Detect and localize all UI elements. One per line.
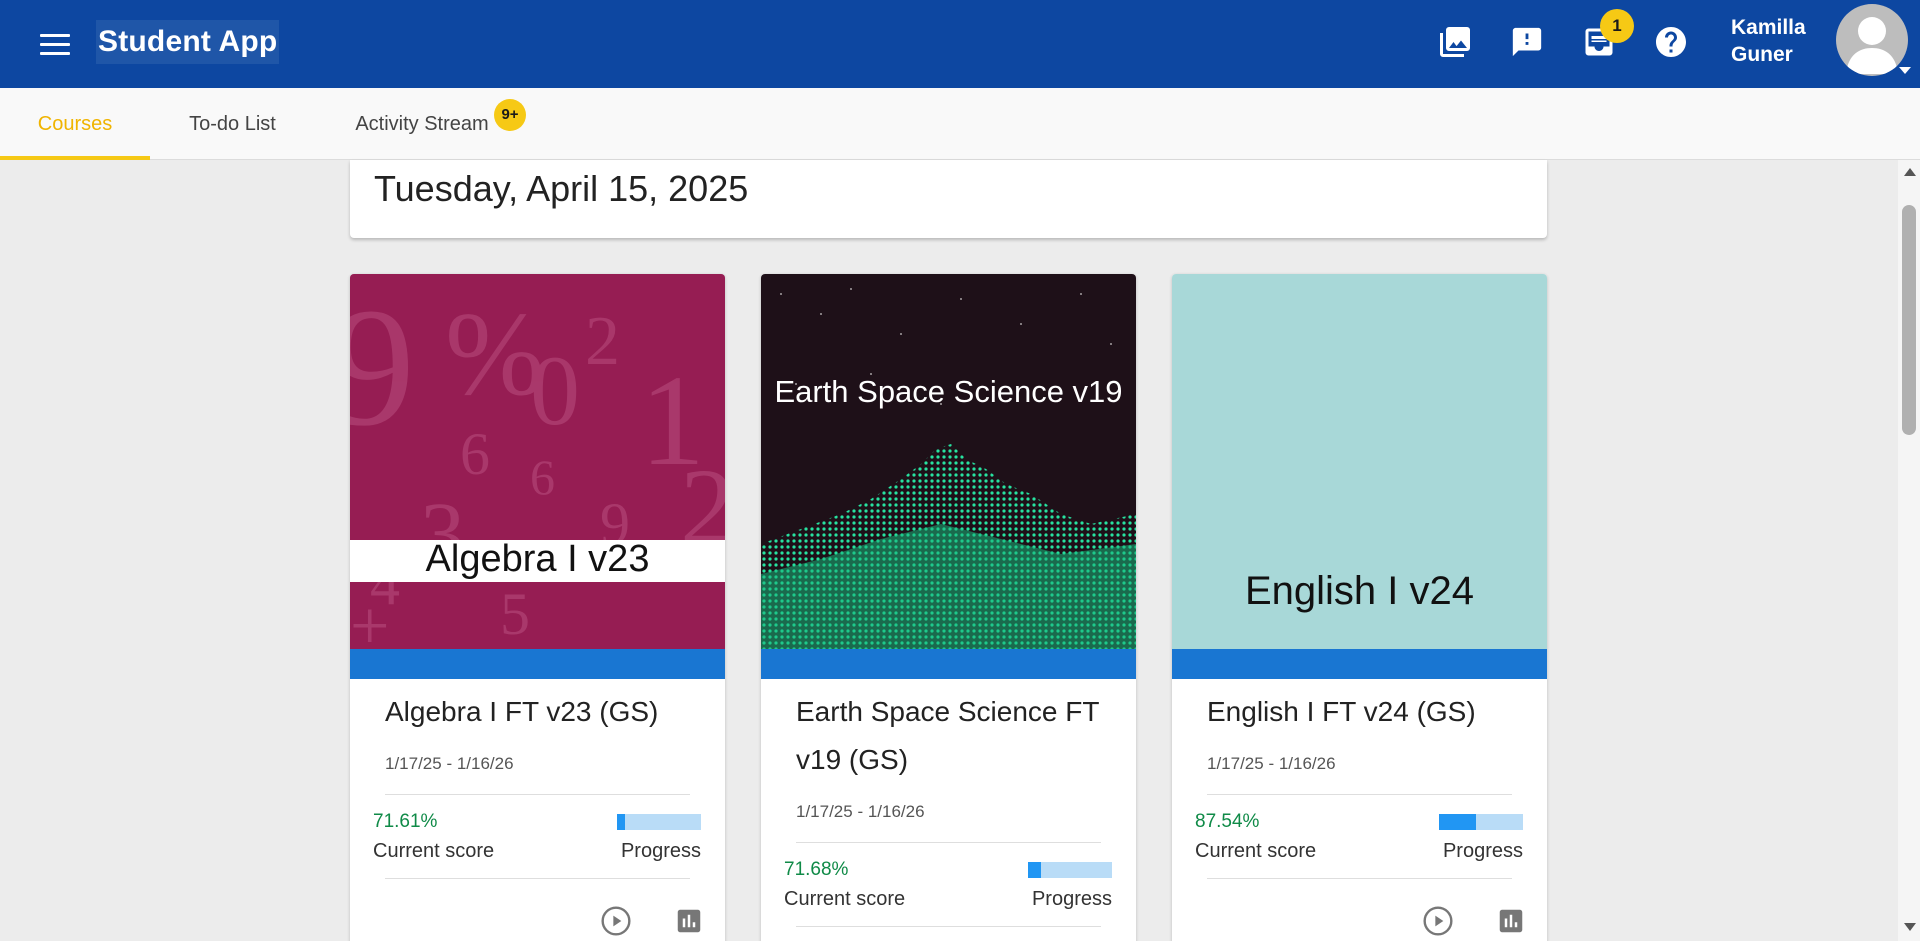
course-cover-art: 9 % 0 2 1 6 6 3 9 4 + 5 2 <box>350 274 725 649</box>
course-cover-title: Algebra I v23 <box>425 538 650 580</box>
bar-chart-icon[interactable] <box>672 904 706 938</box>
current-date: Tuesday, April 15, 2025 <box>374 168 749 209</box>
svg-text:2: 2 <box>585 303 620 380</box>
divider <box>796 926 1101 927</box>
user-first-name: Kamilla <box>1731 16 1806 39</box>
current-score-label: Current score <box>373 840 495 862</box>
course-title[interactable]: Algebra I FT v23 (GS) <box>385 688 695 736</box>
course-cover-image[interactable]: Earth Space Science v19 <box>761 274 1136 649</box>
svg-text:9: 9 <box>350 274 415 461</box>
app-title[interactable]: Student App <box>96 20 280 64</box>
progress-label: Progress <box>620 840 701 862</box>
scroll-down-arrow-icon[interactable] <box>1904 923 1916 931</box>
tab-todo-list[interactable]: To-do List <box>165 88 300 160</box>
progress-label: Progress <box>1442 840 1523 862</box>
course-cover-image[interactable]: English I v24 <box>1172 274 1547 649</box>
course-card[interactable]: Earth Space Science v19 Earth Space Scie… <box>761 274 1136 941</box>
activity-badge: 9+ <box>494 99 526 131</box>
progress-fill <box>1439 814 1476 830</box>
play-icon[interactable] <box>1421 904 1455 938</box>
course-cover-title: Earth Space Science v19 <box>774 374 1123 409</box>
svg-text:5: 5 <box>500 581 530 647</box>
menu-icon[interactable] <box>40 25 78 63</box>
progress-bar <box>617 814 701 830</box>
tab-activity-stream[interactable]: Activity Stream <box>342 88 502 160</box>
user-name[interactable]: Kamilla Guner <box>1731 14 1831 68</box>
progress-bar <box>1028 862 1112 878</box>
course-cover-image[interactable]: 9 % 0 2 1 6 6 3 9 4 + 5 2 Algebra I v23 <box>350 274 725 649</box>
svg-text:0: 0 <box>530 335 580 446</box>
progress-fill <box>1028 862 1042 878</box>
course-color-bar <box>350 649 725 679</box>
course-card[interactable]: 9 % 0 2 1 6 6 3 9 4 + 5 2 Algebra I v23 … <box>350 274 725 941</box>
current-score-label: Current score <box>1195 840 1317 862</box>
current-score-value: 71.68% <box>784 859 849 880</box>
divider <box>1207 878 1512 879</box>
scrollbar-thumb[interactable] <box>1902 205 1916 435</box>
current-score-value: 87.54% <box>1195 811 1260 832</box>
notification-badge: 1 <box>1600 9 1634 43</box>
user-last-name: Guner <box>1731 43 1793 66</box>
course-cover-art <box>761 274 1136 649</box>
divider <box>385 878 690 879</box>
course-dates: 1/17/25 - 1/16/26 <box>385 754 514 773</box>
tab-courses[interactable]: Courses <box>0 88 150 160</box>
course-dates: 1/17/25 - 1/16/26 <box>1207 754 1336 773</box>
alert-feedback-icon[interactable] <box>1505 20 1549 64</box>
svg-text:6: 6 <box>460 421 490 487</box>
app-header: Student App 1 Kamilla Guner <box>0 0 1920 88</box>
progress-fill <box>617 814 626 830</box>
scroll-up-arrow-icon[interactable] <box>1904 168 1916 176</box>
help-icon[interactable] <box>1649 20 1693 64</box>
course-dates: 1/17/25 - 1/16/26 <box>796 802 925 821</box>
date-card: Tuesday, April 15, 2025 <box>350 160 1547 238</box>
gallery-icon[interactable] <box>1433 20 1477 64</box>
course-title[interactable]: English I FT v24 (GS) <box>1207 688 1517 736</box>
course-color-bar <box>1172 649 1547 679</box>
course-title[interactable]: Earth Space Science FT v19 (GS) <box>796 688 1106 784</box>
progress-bar <box>1439 814 1523 830</box>
bar-chart-icon[interactable] <box>1494 904 1528 938</box>
current-score-value: 71.61% <box>373 811 438 832</box>
divider <box>385 794 690 795</box>
chevron-down-icon[interactable] <box>1899 67 1911 74</box>
course-color-bar <box>761 649 1136 679</box>
tab-bar: Courses To-do List Activity Stream 9+ <box>0 88 1920 160</box>
play-icon[interactable] <box>599 904 633 938</box>
avatar-icon[interactable] <box>1836 4 1908 76</box>
svg-text:6: 6 <box>530 449 555 505</box>
course-cover-title: English I v24 <box>1244 569 1475 613</box>
divider <box>796 842 1101 843</box>
page-scrollbar[interactable] <box>1898 160 1920 941</box>
progress-label: Progress <box>1031 888 1112 910</box>
svg-text:+: + <box>350 588 389 649</box>
current-score-label: Current score <box>784 888 906 910</box>
divider <box>1207 794 1512 795</box>
course-card[interactable]: English I v24 English I FT v24 (GS) 1/17… <box>1172 274 1547 941</box>
